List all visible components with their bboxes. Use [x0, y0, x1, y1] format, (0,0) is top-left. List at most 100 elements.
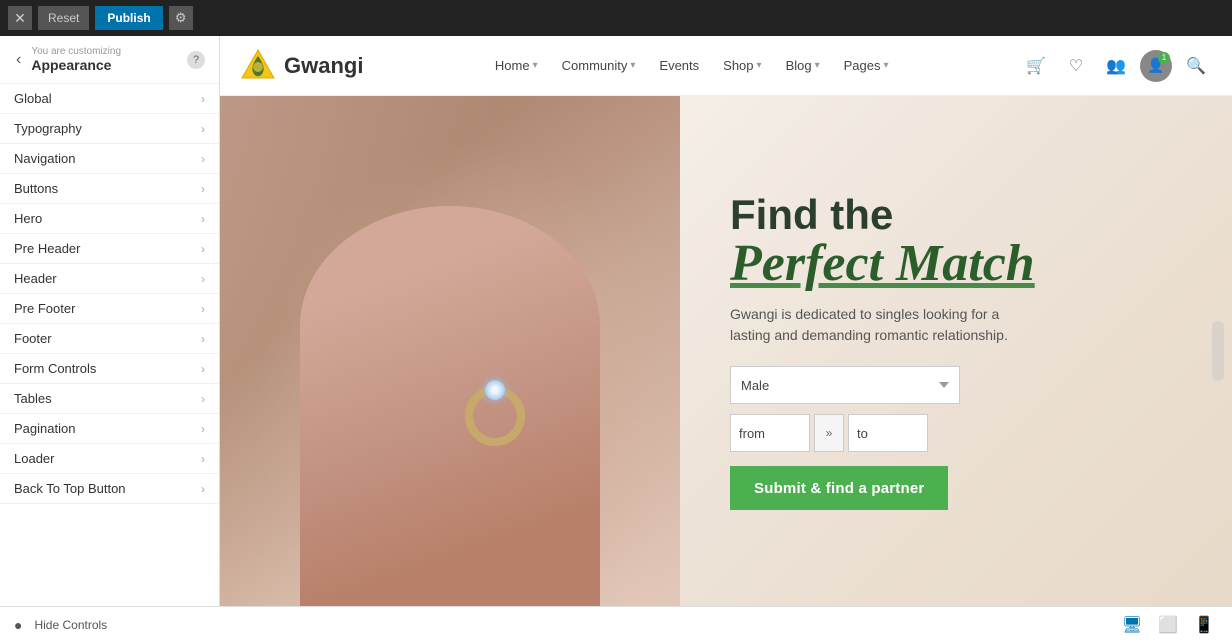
sidebar-item-back-to-top-button[interactable]: Back To Top Button ›	[0, 474, 219, 504]
chevron-down-icon: ▾	[630, 60, 635, 71]
back-button[interactable]: ‹	[14, 49, 23, 71]
hero-match-text: Perfect Match	[730, 238, 1040, 290]
sidebar-item-global[interactable]: Global ›	[0, 84, 219, 114]
sidebar-item-hero[interactable]: Hero›	[0, 204, 219, 234]
sidebar-item-label: Typography	[14, 121, 82, 136]
hero-find-text: Find the	[730, 192, 1040, 238]
sidebar-item-label: Form Controls	[14, 361, 96, 376]
bottom-icons: 🖥 ⬜ 📱	[1118, 611, 1218, 639]
age-from-select[interactable]: from	[730, 414, 810, 452]
age-range-row: from » to	[730, 414, 1040, 452]
age-to-select[interactable]: to	[848, 414, 928, 452]
sidebar-item-tables[interactable]: Tables ›	[0, 384, 219, 414]
gender-select[interactable]: Male Female Any	[730, 366, 960, 404]
nav-home[interactable]: Home ▾	[485, 52, 548, 79]
hero-section: Find the Perfect Match Gwangi is dedicat…	[220, 96, 1232, 606]
sidebar-item-buttons[interactable]: Buttons ›	[0, 174, 219, 204]
site-logo[interactable]: Gwangi	[240, 48, 363, 84]
chevron-right-icon: ›	[201, 482, 205, 496]
diamond-simulation	[485, 380, 505, 400]
sidebar: ‹ You are customizing Appearance ? Globa…	[0, 36, 220, 606]
hide-controls-toggle[interactable]: ●	[14, 617, 22, 633]
sidebar-item-loader[interactable]: Loader›	[0, 444, 219, 474]
hero-content: Find the Perfect Match Gwangi is dedicat…	[680, 96, 1232, 606]
sidebar-item-label: Buttons	[14, 181, 58, 196]
sidebar-item-label: Global	[14, 91, 52, 106]
sidebar-item-label: Tables	[14, 391, 52, 406]
logo-icon	[240, 48, 276, 84]
sidebar-item-navigation[interactable]: Navigation ›	[0, 144, 219, 174]
sidebar-item-pagination[interactable]: Pagination ›	[0, 414, 219, 444]
site-header: Gwangi Home ▾ Community ▾ Events Shop ▾ …	[220, 36, 1232, 96]
sidebar-item-form-controls[interactable]: Form Controls ›	[0, 354, 219, 384]
chevron-right-icon: ›	[201, 392, 205, 406]
sidebar-item-footer[interactable]: Footer ›	[0, 324, 219, 354]
sidebar-item-label: Hero	[14, 211, 42, 226]
chevron-right-icon: ›	[201, 152, 205, 166]
chevron-right-icon: ›	[201, 362, 205, 376]
chevron-right-icon: ›	[201, 242, 205, 256]
friends-button[interactable]: 👥	[1100, 50, 1132, 82]
hand-simulation	[300, 206, 600, 606]
reset-button[interactable]: Reset	[38, 6, 89, 30]
close-button[interactable]: ✕	[8, 6, 32, 30]
chevron-down-icon: ▾	[757, 60, 762, 71]
mobile-view-button[interactable]: 📱	[1190, 611, 1218, 639]
sidebar-item-pre-footer[interactable]: Pre Footer ›	[0, 294, 219, 324]
nav-shop[interactable]: Shop ▾	[713, 52, 771, 79]
chevron-right-icon: ›	[201, 182, 205, 196]
chevron-right-icon: ›	[201, 452, 205, 466]
top-bar: ✕ Reset Publish ⚙	[0, 0, 1232, 36]
cart-button[interactable]: 🛒	[1020, 50, 1052, 82]
desktop-view-button[interactable]: 🖥	[1118, 611, 1146, 639]
help-button[interactable]: ?	[187, 51, 205, 69]
sidebar-item-header[interactable]: Header ›	[0, 264, 219, 294]
chevron-down-icon: ▾	[815, 60, 820, 71]
sidebar-item-label: Footer	[14, 331, 52, 346]
sidebar-item-label: Back To Top Button	[14, 481, 126, 496]
nav-community[interactable]: Community ▾	[552, 52, 646, 79]
hero-image	[220, 96, 680, 606]
main-layout: ‹ You are customizing Appearance ? Globa…	[0, 36, 1232, 606]
sidebar-item-label: Pagination	[14, 421, 75, 436]
sidebar-item-label: Navigation	[14, 151, 75, 166]
chevron-right-icon: ›	[201, 272, 205, 286]
customizing-label: You are customizing	[31, 46, 179, 57]
ring-simulation	[465, 386, 525, 446]
scroll-indicator	[1212, 321, 1224, 381]
chevron-right-icon: ›	[201, 92, 205, 106]
nav-icons: 🛒 ♡ 👥 👤 1 🔍	[1020, 50, 1212, 82]
age-arrow-icon: »	[814, 414, 844, 452]
chevron-down-icon: ▾	[884, 60, 889, 71]
gear-icon[interactable]: ⚙	[169, 6, 193, 30]
hero-text: Find the Perfect Match Gwangi is dedicat…	[730, 192, 1040, 510]
publish-button[interactable]: Publish	[95, 6, 162, 30]
chevron-right-icon: ›	[201, 122, 205, 136]
favorites-button[interactable]: ♡	[1060, 50, 1092, 82]
sidebar-item-label: Pre Footer	[14, 301, 75, 316]
submit-button[interactable]: Submit & find a partner	[730, 466, 948, 510]
chevron-right-icon: ›	[201, 302, 205, 316]
nav-blog[interactable]: Blog ▾	[776, 52, 830, 79]
gender-select-row: Male Female Any	[730, 366, 1040, 404]
hero-form: Male Female Any from » to	[730, 366, 1040, 510]
sidebar-title-block: You are customizing Appearance	[31, 46, 179, 73]
sidebar-item-pre-header[interactable]: Pre Header›	[0, 234, 219, 264]
sidebar-item-typography[interactable]: Typography ›	[0, 114, 219, 144]
preview-area: Gwangi Home ▾ Community ▾ Events Shop ▾ …	[220, 36, 1232, 606]
appearance-label: Appearance	[31, 57, 179, 73]
chevron-down-icon: ▾	[533, 60, 538, 71]
hide-controls-label[interactable]: Hide Controls	[34, 618, 107, 632]
chevron-right-icon: ›	[201, 422, 205, 436]
logo-name: Gwangi	[284, 53, 363, 79]
site-nav: Home ▾ Community ▾ Events Shop ▾ Blog ▾ …	[485, 52, 899, 79]
sidebar-item-label: Header	[14, 271, 57, 286]
chevron-right-icon: ›	[201, 332, 205, 346]
nav-pages[interactable]: Pages ▾	[834, 52, 899, 79]
bottom-bar: ● Hide Controls 🖥 ⬜ 📱	[0, 606, 1232, 642]
tablet-view-button[interactable]: ⬜	[1154, 611, 1182, 639]
profile-button[interactable]: 👤 1	[1140, 50, 1172, 82]
sidebar-items-container: Global › Typography › Navigation › Buttons › Her…	[0, 84, 219, 504]
nav-events[interactable]: Events	[649, 52, 709, 79]
search-button[interactable]: 🔍	[1180, 50, 1212, 82]
